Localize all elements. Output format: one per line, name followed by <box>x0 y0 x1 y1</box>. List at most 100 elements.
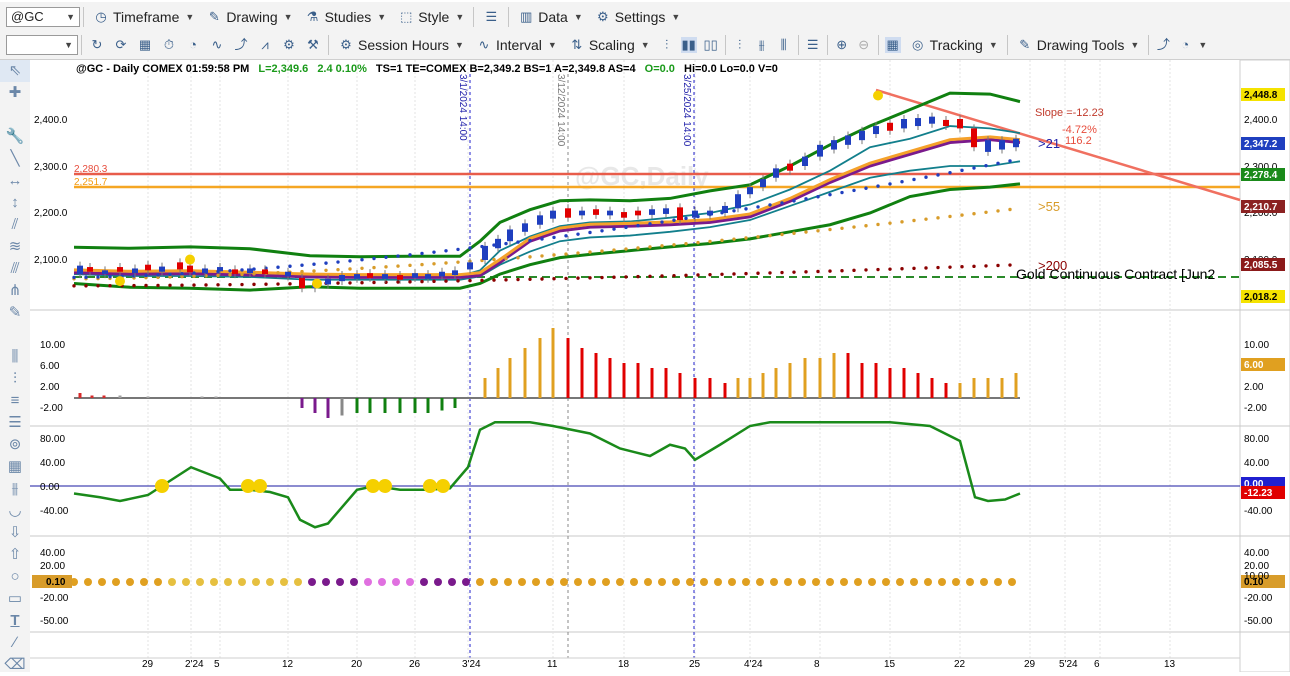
tracking-button[interactable]: ◎ Tracking ▼ <box>904 34 1004 56</box>
ma200-dot <box>84 284 88 288</box>
arc-tool-icon[interactable]: ◡ <box>0 500 30 522</box>
vertical-line-icon[interactable]: ↕ <box>0 192 30 214</box>
ma200-dot <box>684 273 688 278</box>
ma55-dot <box>552 253 556 257</box>
time-axis-label: 8 <box>814 659 820 670</box>
data-button[interactable]: ▥ Data ▼ <box>512 6 589 28</box>
badge-text: 2,347.2 <box>1244 139 1278 150</box>
pencil-tool-icon[interactable]: ∕ <box>0 632 30 654</box>
ohlc-alt-icon[interactable]: ⫵ <box>754 37 770 53</box>
brush-tool-icon[interactable]: ✎ <box>0 302 30 324</box>
ma21-dot <box>108 275 112 279</box>
ma200-dot <box>432 279 436 284</box>
chevron-down-icon[interactable]: ▼ <box>1198 40 1207 50</box>
trend-icon[interactable]: ⤴ <box>233 37 249 53</box>
cycle-tool-icon[interactable]: ⊚ <box>0 434 30 456</box>
status-dot <box>140 578 148 586</box>
hist-bar <box>1000 378 1004 398</box>
ma21-dot <box>636 223 640 228</box>
lines-tool-icon[interactable]: ≡ <box>0 390 30 412</box>
reload-icon[interactable]: ⟳ <box>113 37 129 53</box>
hist-bar <box>636 363 640 398</box>
chart-area[interactable]: @GC,Daily 3/1/2024 14:00 3/12/2024 14:00 3… <box>30 59 1290 675</box>
secondary-symbol-input[interactable]: ▼ <box>6 35 78 55</box>
line-tool-icon[interactable]: ╲ <box>0 148 30 170</box>
hist-bar <box>90 395 94 398</box>
crosshair-tool-icon[interactable]: ✚ <box>0 82 30 104</box>
zoom-out-icon[interactable]: ⊖ <box>856 37 872 53</box>
text-tool-icon[interactable]: T <box>0 610 30 632</box>
ma200-dot <box>1008 263 1012 267</box>
pitchfork-tool-icon[interactable]: ⋔ <box>0 280 30 302</box>
scaling-button[interactable]: ⇅ Scaling ▼ <box>563 34 656 56</box>
ma21-dot <box>408 253 412 257</box>
ellipse-tool-icon[interactable]: ○ <box>0 566 30 588</box>
columns-tool-icon[interactable]: ⫼ <box>0 346 30 368</box>
wave-icon[interactable]: ∿ <box>209 37 225 53</box>
settings-button[interactable]: ⚙ Settings ▼ <box>589 6 687 28</box>
interval-button[interactable]: ∿ Interval ▼ <box>470 34 563 56</box>
layout-button[interactable]: ☰ <box>477 6 505 28</box>
arrow-down-tool-icon[interactable]: ⇩ <box>0 522 30 544</box>
ma200-dot <box>540 277 544 281</box>
grid-tool-icon[interactable]: ▦ <box>0 456 30 478</box>
candle-style-icon[interactable]: ▮▮ <box>680 37 697 53</box>
pointer-tool-icon[interactable]: ⇖ <box>0 60 30 82</box>
zoom-in-icon[interactable]: ⊕ <box>834 37 850 53</box>
bars-tool-icon[interactable]: ⫶ <box>0 368 30 390</box>
symbol-input[interactable]: @GC ▼ <box>6 6 80 27</box>
bands-tool-icon[interactable]: ☰ <box>0 412 30 434</box>
time-axis-label: 22 <box>954 659 966 670</box>
ma21-dot <box>624 225 628 230</box>
refresh-icon[interactable]: ↻ <box>89 37 105 53</box>
hist-bar <box>678 373 682 398</box>
hollow-candle-icon[interactable]: ▯▯ <box>703 37 719 53</box>
drawing-button[interactable]: ✎ Drawing ▼ <box>200 6 298 28</box>
dashboard-icon[interactable]: ◔ <box>1177 37 1193 53</box>
layout-icon: ☰ <box>485 8 498 24</box>
drawing-tools-button[interactable]: ✎ Drawing Tools ▼ <box>1011 34 1146 56</box>
trendline-icon[interactable]: ⤴ <box>1155 37 1171 53</box>
panes-icon[interactable]: ☰ <box>805 37 821 53</box>
hist-bar <box>1014 373 1018 398</box>
eraser-tool-icon[interactable]: ⌫ <box>0 654 30 676</box>
crosshair-grid-icon[interactable]: ▦ <box>884 37 901 53</box>
ma55-dot <box>984 210 988 215</box>
style-button[interactable]: ⬚ Style ▼ <box>392 6 470 28</box>
ma21-dot <box>828 192 832 197</box>
fib-tool-icon[interactable]: ⫻ <box>0 258 30 280</box>
studies-button[interactable]: ⚗ Studies ▼ <box>299 6 393 28</box>
ma21-dot <box>780 201 784 205</box>
timeframe-button[interactable]: ◷ Timeframe ▼ <box>87 6 200 28</box>
speed-icon[interactable]: ◔ <box>185 37 201 53</box>
horizontal-line-icon[interactable]: ↔ <box>0 170 30 192</box>
bar-style-icon[interactable]: ⫶ <box>659 37 675 53</box>
ohlc-icon[interactable]: ⫶ <box>732 37 748 53</box>
header-open: O=0.0 <box>645 63 675 75</box>
ma55-dot <box>624 247 628 251</box>
parallel-tool-icon[interactable]: ≋ <box>0 236 30 258</box>
rectangle-tool-icon[interactable]: ▭ <box>0 588 30 610</box>
price-chart[interactable]: @GC,Daily 3/1/2024 14:00 3/12/2024 14:00 3… <box>30 59 1290 673</box>
channel-tool-icon[interactable]: ⫽ <box>0 214 30 236</box>
ticks-tool-icon[interactable]: ⫵ <box>0 478 30 500</box>
ma200-dot <box>564 276 568 281</box>
session-hours-button[interactable]: ⚙ Session Hours ▼ <box>332 34 470 56</box>
stats-icon[interactable]: ⩘ <box>257 37 273 53</box>
divider <box>877 35 879 55</box>
config-icon[interactable]: ⚙ <box>281 37 297 53</box>
hist-bar <box>355 398 359 413</box>
ma55-dot <box>456 260 460 264</box>
hist-bar <box>608 358 612 398</box>
arrow-up-tool-icon[interactable]: ⇧ <box>0 544 30 566</box>
osc-cross-marker <box>241 479 255 493</box>
hist-bar <box>383 398 387 413</box>
params-icon[interactable]: ⚒ <box>305 37 321 53</box>
hist-bar <box>398 398 402 413</box>
ma21-dot <box>300 263 304 267</box>
dots-axis-label-left: -20.00 <box>40 593 69 604</box>
grid-icon[interactable]: ▦ <box>137 37 153 53</box>
time-icon[interactable]: ⏱ <box>161 37 177 53</box>
wrench-tool-icon[interactable]: 🔧 <box>0 126 30 148</box>
hlc-icon[interactable]: ⫼ <box>776 37 792 53</box>
